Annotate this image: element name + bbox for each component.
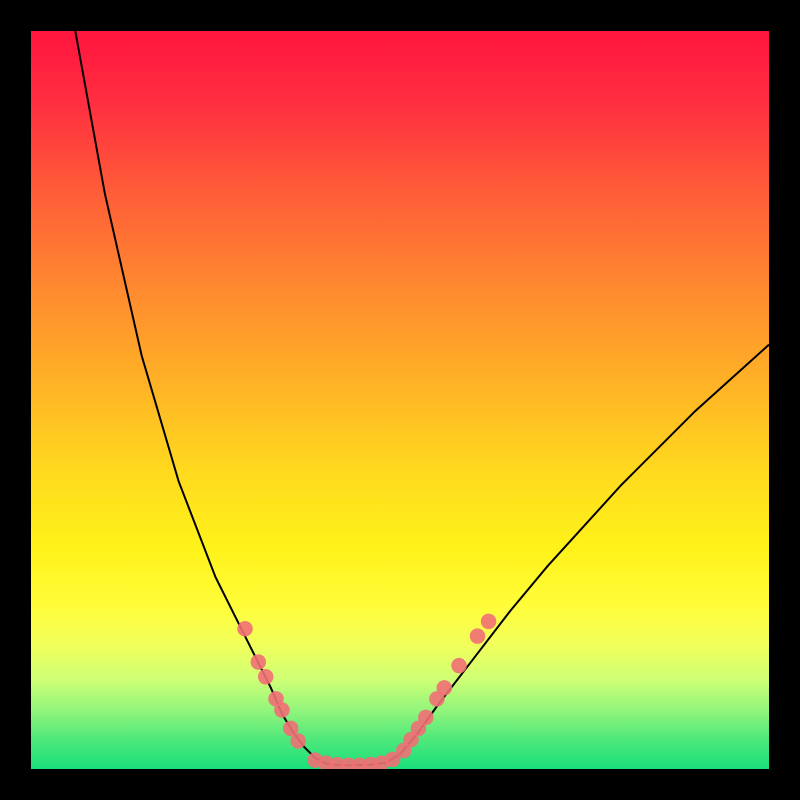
chart-svg [31,31,769,769]
watermark-text: TheBottleneck.com [605,4,788,28]
data-point [274,702,289,717]
data-point [418,710,433,725]
data-point [470,628,485,643]
chart-curve [75,31,769,765]
data-point [481,614,496,629]
chart-markers [237,614,496,769]
data-point [451,658,466,673]
data-point [437,680,452,695]
data-point [237,621,252,636]
data-point [251,654,266,669]
data-point [258,669,273,684]
data-point [290,733,305,748]
chart-frame: TheBottleneck.com [0,0,800,800]
bottleneck-curve [75,31,769,765]
